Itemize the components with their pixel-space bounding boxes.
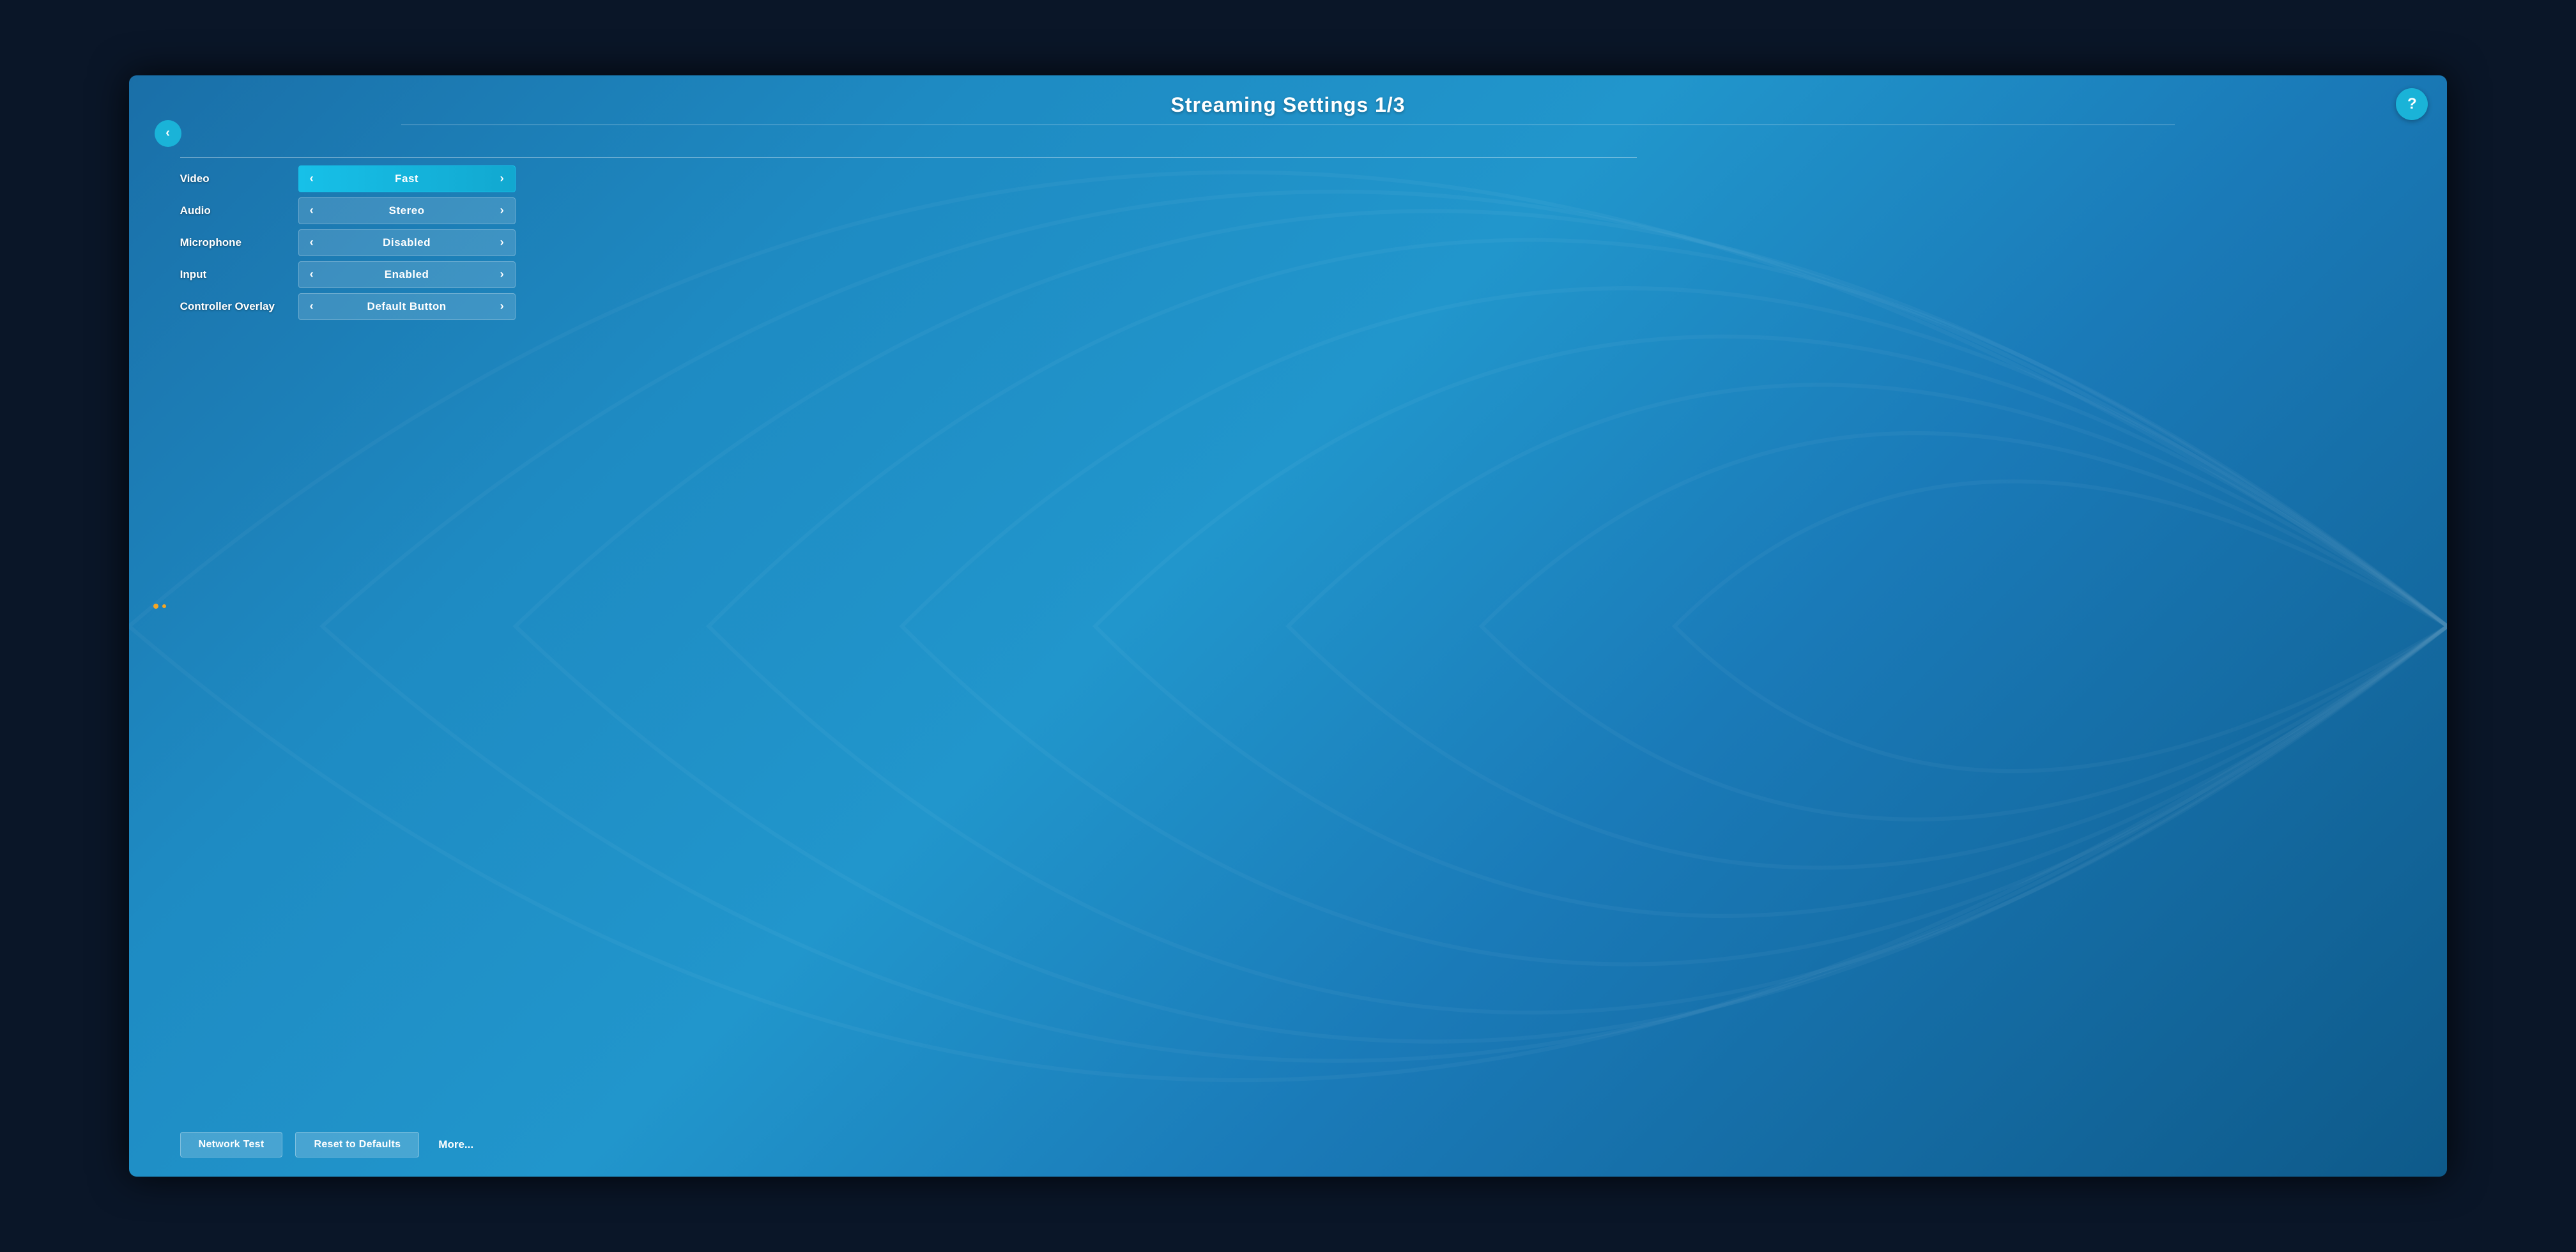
microphone-prev-button[interactable]: ‹ [299,230,325,256]
input-label: Input [180,268,298,281]
question-mark-icon: ? [2407,95,2417,113]
video-label: Video [180,172,298,185]
microphone-next-button[interactable]: › [489,230,515,256]
settings-panel: Video ‹ Fast › Audio ‹ Stereo › Micropho… [129,138,2448,321]
audio-prev-button[interactable]: ‹ [299,198,325,224]
footer-bar: Network Test Reset to Defaults More... [129,1132,2448,1157]
screen-container: .wave { fill: none; stroke: rgba(255,255… [129,75,2448,1177]
audio-next-button[interactable]: › [489,198,515,224]
back-button[interactable]: ‹ [155,120,181,147]
help-button[interactable]: ? [2396,88,2428,120]
audio-label: Audio [180,204,298,217]
decorative-dots [153,604,166,609]
setting-row-audio: Audio ‹ Stereo › [180,196,2422,225]
network-test-button[interactable]: Network Test [180,1132,283,1157]
controller-overlay-value: Default Button [325,300,489,313]
page-title: Streaming Settings 1/3 [180,93,2396,117]
settings-top-divider [180,157,1637,158]
microphone-control[interactable]: ‹ Disabled › [298,229,516,256]
controller-overlay-control[interactable]: ‹ Default Button › [298,293,516,320]
dot-2 [162,604,166,608]
dot-1 [153,604,158,609]
video-prev-button[interactable]: ‹ [299,166,325,192]
controller-overlay-label: Controller Overlay [180,300,298,313]
input-control[interactable]: ‹ Enabled › [298,261,516,288]
microphone-value: Disabled [325,236,489,249]
more-button[interactable]: More... [438,1138,473,1151]
microphone-label: Microphone [180,236,298,249]
audio-value: Stereo [325,204,489,217]
video-next-button[interactable]: › [489,166,515,192]
video-control[interactable]: ‹ Fast › [298,165,516,192]
input-next-button[interactable]: › [489,262,515,287]
video-value: Fast [325,172,489,185]
controller-overlay-next-button[interactable]: › [489,294,515,319]
page-header: Streaming Settings 1/3 [129,75,2448,125]
setting-row-controller-overlay: Controller Overlay ‹ Default Button › [180,292,2422,321]
setting-row-microphone: Microphone ‹ Disabled › [180,228,2422,257]
input-prev-button[interactable]: ‹ [299,262,325,287]
setting-row-input: Input ‹ Enabled › [180,260,2422,289]
reset-defaults-button[interactable]: Reset to Defaults [295,1132,419,1157]
input-value: Enabled [325,268,489,281]
chevron-left-icon: ‹ [165,126,170,141]
audio-control[interactable]: ‹ Stereo › [298,197,516,224]
setting-row-video: Video ‹ Fast › [180,164,2422,194]
controller-overlay-prev-button[interactable]: ‹ [299,294,325,319]
